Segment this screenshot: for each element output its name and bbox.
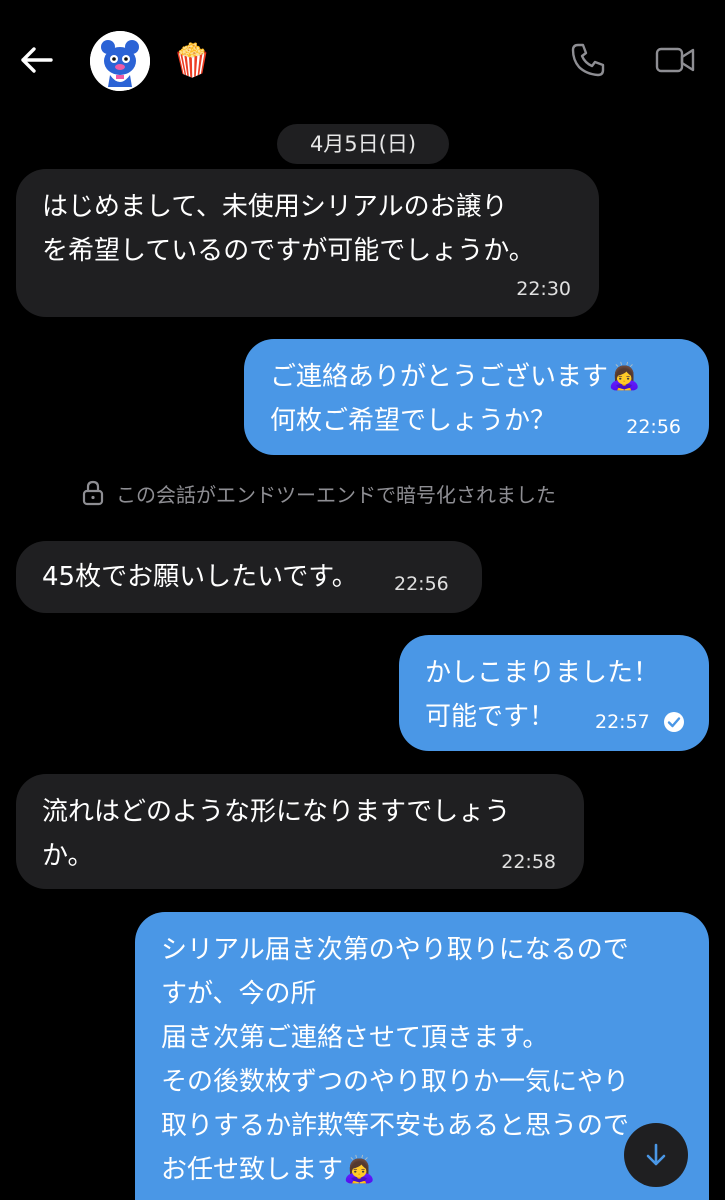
message-text: シリアル届き次第のやり取りになるので すが、今の所 届き次第ご連絡させて頂きます… xyxy=(161,935,630,1185)
message-outgoing[interactable]: ご連絡ありがとうございます🙇‍♀️ 何枚ご希望でしょうか？ 22:56 xyxy=(244,339,709,455)
message-text: 流れはどのような形になりますでしょう か。 xyxy=(42,797,511,871)
arrow-left-icon xyxy=(21,47,53,73)
encryption-notice-text: この会話がエンドツーエンドで暗号化されました xyxy=(116,482,556,507)
read-check-icon xyxy=(664,712,684,732)
arrow-down-icon xyxy=(646,1143,666,1166)
phone-icon xyxy=(571,43,605,77)
scroll-to-bottom-button[interactable] xyxy=(624,1123,688,1187)
video-camera-icon xyxy=(655,47,695,73)
message-time: 22:56 xyxy=(626,416,681,438)
message-outgoing[interactable]: かしこまりました！ 可能です！ 22:57 xyxy=(399,635,709,751)
message-time: 22:57 xyxy=(595,711,650,733)
message-incoming[interactable]: 45枚でお願いしたいです。 22:56 xyxy=(16,541,482,613)
back-button[interactable] xyxy=(14,38,58,82)
chat-screen: 🍿 4月5日(日) はじめまして、未使用シリアルのお譲り を希望しているのですが… xyxy=(0,0,725,1200)
lock-icon xyxy=(82,480,104,506)
date-divider: 4月5日(日) xyxy=(277,124,449,164)
message-text: はじめまして、未使用シリアルのお譲り を希望しているのですが可能でしょうか。 xyxy=(42,192,535,266)
encryption-notice: この会話がエンドツーエンドで暗号化されました xyxy=(82,477,662,509)
message-incoming[interactable]: はじめまして、未使用シリアルのお譲り を希望しているのですが可能でしょうか。 2… xyxy=(16,169,599,317)
message-text: 45枚でお願いしたいです。 xyxy=(42,562,358,592)
contact-name[interactable]: 🍿 xyxy=(172,40,212,80)
chat-header: 🍿 xyxy=(0,0,725,120)
message-time: 22:58 xyxy=(501,851,556,873)
contact-avatar[interactable] xyxy=(90,31,150,91)
message-outgoing[interactable]: シリアル届き次第のやり取りになるので すが、今の所 届き次第ご連絡させて頂きます… xyxy=(135,912,709,1200)
message-time: 22:56 xyxy=(394,573,449,595)
bear-mascot-icon xyxy=(90,31,150,91)
video-call-button[interactable] xyxy=(650,38,700,82)
message-text: ご連絡ありがとうございます🙇‍♀️ 何枚ご希望でしょうか？ xyxy=(270,362,641,436)
message-time: 22:30 xyxy=(516,278,571,300)
voice-call-button[interactable] xyxy=(566,38,610,82)
message-incoming[interactable]: 流れはどのような形になりますでしょう か。 22:58 xyxy=(16,774,584,889)
